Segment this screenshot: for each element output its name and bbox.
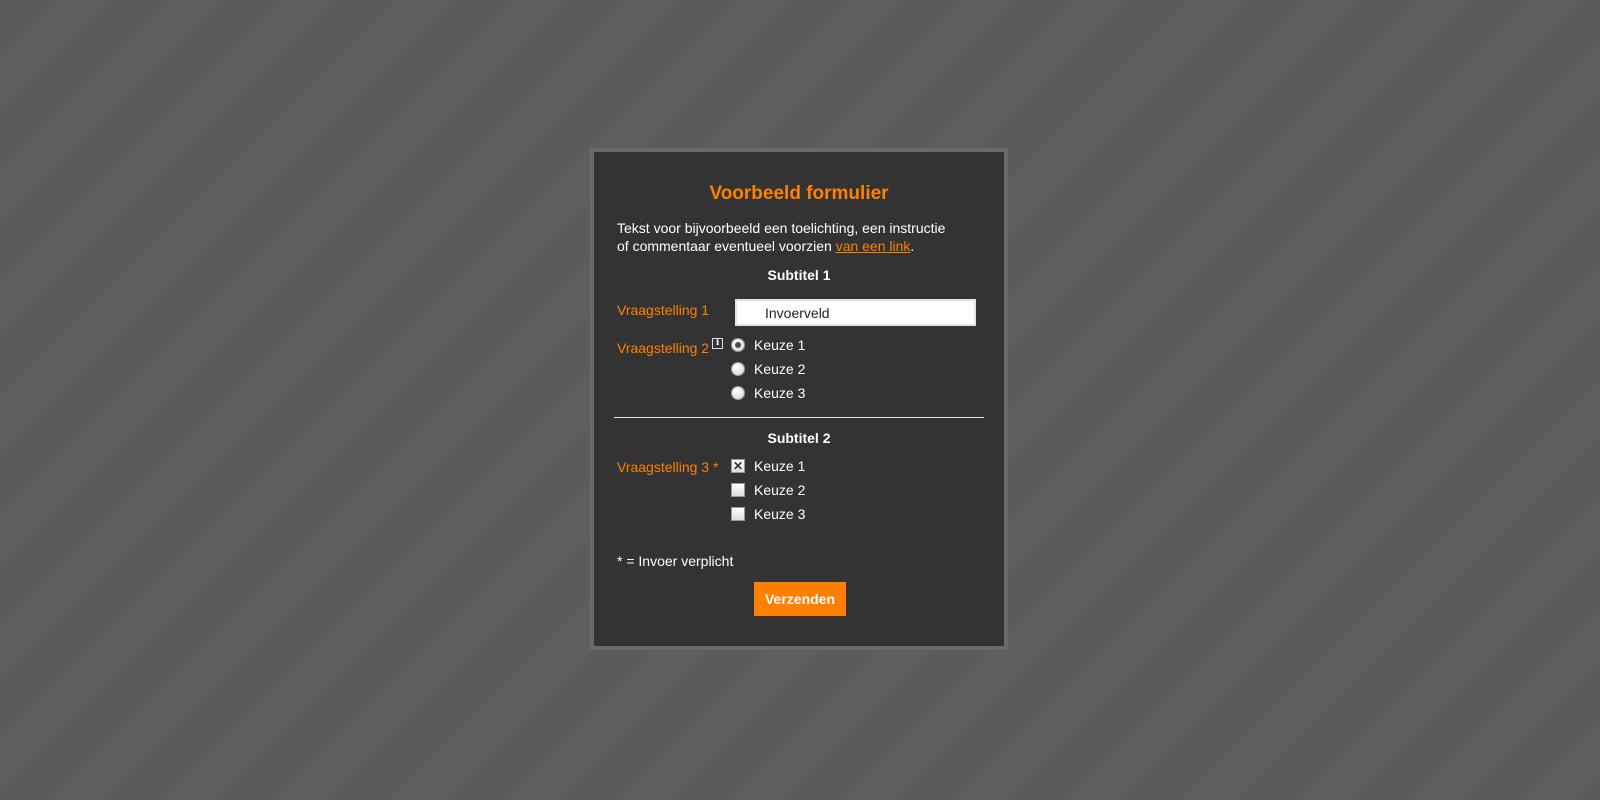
q2-option-2-label: Keuze 2 <box>754 361 806 377</box>
q3-option-1[interactable]: ✕ Keuze 1 <box>731 456 805 476</box>
q2-option-2[interactable]: Keuze 2 <box>731 359 805 379</box>
q3-option-3-label: Keuze 3 <box>754 506 806 522</box>
form-panel: Voorbeeld formulier Tekst voor bijvoorbe… <box>594 152 1004 646</box>
q2-option-1[interactable]: Keuze 1 <box>731 335 805 355</box>
question-3-label: Vraagstelling 3 * <box>617 459 719 475</box>
q3-option-3[interactable]: Keuze 3 <box>731 504 805 524</box>
checkbox[interactable] <box>731 483 745 497</box>
radio-button-checked[interactable] <box>731 338 745 352</box>
q2-option-3[interactable]: Keuze 3 <box>731 383 805 403</box>
intro-line-1: Tekst voor bijvoorbeeld een toelichting,… <box>617 220 946 236</box>
q2-option-3-label: Keuze 3 <box>754 385 806 401</box>
radio-button[interactable] <box>731 386 745 400</box>
submit-button[interactable]: Verzenden <box>754 582 846 616</box>
q3-option-1-label: Keuze 1 <box>754 458 806 474</box>
required-footnote: * = Invoer verplicht <box>617 553 734 569</box>
section-divider <box>614 417 984 418</box>
radio-button[interactable] <box>731 362 745 376</box>
q3-option-2[interactable]: Keuze 2 <box>731 480 805 500</box>
intro-line-2: of commentaar eventueel voorzien <box>617 238 836 254</box>
intro-text: Tekst voor bijvoorbeeld een toelichting,… <box>617 219 967 255</box>
question-1-label: Vraagstelling 1 <box>617 302 710 318</box>
question-1-input[interactable] <box>735 299 976 326</box>
checkbox[interactable] <box>731 507 745 521</box>
subtitle-1: Subtitel 1 <box>767 267 831 283</box>
form-title: Voorbeeld formulier <box>709 183 889 204</box>
subtitle-2: Subtitel 2 <box>767 430 831 446</box>
intro-end: . <box>910 238 915 254</box>
q3-option-2-label: Keuze 2 <box>754 482 806 498</box>
question-2-label: Vraagstelling 2 <box>617 340 710 356</box>
q2-option-1-label: Keuze 1 <box>754 337 806 353</box>
info-icon[interactable]: i <box>712 338 724 349</box>
form-frame: Voorbeeld formulier Tekst voor bijvoorbe… <box>590 148 1008 650</box>
intro-link[interactable]: van een link <box>836 238 911 254</box>
checkbox-checked[interactable]: ✕ <box>731 459 745 473</box>
question-2-label-wrap: Vraagstelling 2i <box>617 338 724 356</box>
